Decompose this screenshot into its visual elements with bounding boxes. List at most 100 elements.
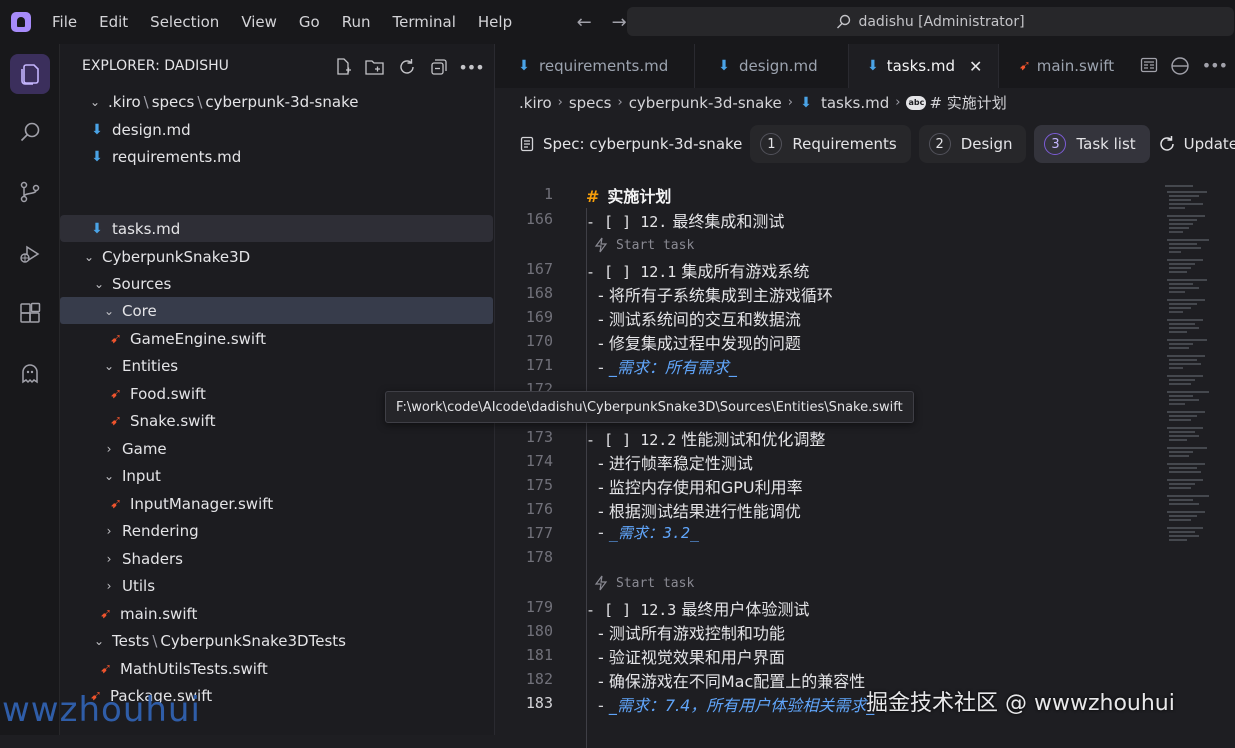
- menu-edit[interactable]: Edit: [88, 0, 139, 44]
- run-debug-icon[interactable]: [10, 234, 50, 274]
- line-number: 179: [525, 598, 553, 616]
- tree-item-requirements-md[interactable]: ⬇ requirements.md: [60, 143, 493, 170]
- back-arrow-icon[interactable]: ←: [569, 12, 599, 33]
- tree-item-core[interactable]: ⌄ Core: [60, 297, 493, 324]
- tab-requirements-md[interactable]: ⬇ requirements.md: [495, 44, 695, 88]
- code-editor[interactable]: 1 # 实施计划 166 - [ ] 12. 最终集成和测试 Start task…: [495, 180, 1235, 748]
- menu-run[interactable]: Run: [331, 0, 382, 44]
- new-folder-icon[interactable]: [364, 56, 386, 78]
- tree-item-inputmanager-swift[interactable]: ➹ InputManager.swift: [60, 490, 493, 517]
- refresh-icon[interactable]: [396, 56, 418, 78]
- breadcrumb-item[interactable]: cyberpunk-3d-snake: [629, 94, 782, 112]
- tab-design-md[interactable]: ⬇ design.md: [695, 44, 849, 88]
- line-number: 171: [525, 356, 553, 374]
- chevron-down-icon: ⌄: [103, 358, 115, 373]
- minimap[interactable]: [1163, 182, 1233, 552]
- update-tasks-button[interactable]: Update tasks: [1158, 135, 1235, 153]
- start-task-codelens[interactable]: Start task: [594, 575, 694, 591]
- markdown-file-icon: ⬇: [91, 220, 103, 237]
- step-requirements-button[interactable]: 1 Requirements: [750, 125, 911, 163]
- tree-item-mathutilstests-swift[interactable]: ➹ MathUtilsTests.swift: [60, 655, 493, 682]
- tree-item-game[interactable]: › Game: [60, 435, 493, 462]
- code-line-task: - [ ] 12.3 最终用户体验测试: [586, 600, 810, 619]
- swift-file-icon: ➹: [100, 660, 112, 677]
- swift-file-icon: ➹: [110, 330, 122, 347]
- menu-help[interactable]: Help: [467, 0, 523, 44]
- close-icon[interactable]: ✕: [969, 57, 982, 76]
- menu-file[interactable]: File: [41, 0, 88, 44]
- split-editor-icon[interactable]: [1170, 56, 1190, 80]
- step-number: 2: [928, 133, 951, 155]
- chevron-down-icon: ⌄: [93, 633, 105, 648]
- editor-tabs: ⬇ requirements.md ⬇ design.md ⬇ tasks.md ✕ …: [495, 44, 1235, 88]
- line-number: 182: [525, 670, 553, 688]
- menu-go[interactable]: Go: [288, 0, 331, 44]
- kiro-logo-icon: [11, 12, 31, 32]
- tab-tasks-md[interactable]: ⬇ tasks.md ✕: [849, 44, 999, 88]
- command-search-box[interactable]: dadishu [Administrator]: [627, 7, 1234, 36]
- activity-bar: [0, 44, 60, 735]
- tree-item-tasks-md[interactable]: ⬇ tasks.md: [60, 215, 493, 242]
- line-number: 167: [525, 260, 553, 278]
- tree-item-utils[interactable]: › Utils: [60, 572, 493, 599]
- tree-item-shaders[interactable]: › Shaders: [60, 545, 493, 572]
- tree-item-cyberpunksnake3d[interactable]: ⌄ CyberpunkSnake3D: [60, 243, 493, 270]
- document-icon: [520, 136, 534, 152]
- code-line-task: - [ ] 12.2 性能测试和优化调整: [586, 430, 826, 449]
- tree-item-sources[interactable]: ⌄ Sources: [60, 270, 493, 297]
- tab-main-swift[interactable]: ➹ main.swift: [999, 44, 1119, 88]
- line-number: 168: [525, 284, 553, 302]
- new-file-icon[interactable]: [332, 56, 354, 78]
- menu-view[interactable]: View: [230, 0, 288, 44]
- file-path-tooltip: F:\work\code\AIcode\dadishu\CyberpunkSna…: [385, 391, 914, 423]
- tree-item-tests[interactable]: ⌄ Tests \ CyberpunkSnake3DTests: [60, 627, 493, 654]
- title-bar: File Edit Selection View Go Run Terminal…: [0, 0, 1235, 44]
- line-number: 175: [525, 476, 553, 494]
- search-icon[interactable]: [10, 112, 50, 152]
- step-task-list-button[interactable]: 3 Task list: [1034, 125, 1150, 163]
- swift-file-icon: ➹: [110, 412, 122, 429]
- chevron-down-icon: ⌄: [89, 94, 101, 109]
- more-actions-icon[interactable]: •••: [1202, 56, 1228, 80]
- breadcrumb-item[interactable]: # 实施计划: [929, 92, 1006, 113]
- line-number: 166: [525, 210, 553, 228]
- line-number: 181: [525, 646, 553, 664]
- watermark-right: 掘金技术社区 @ wwwzhouhui: [866, 691, 1175, 716]
- tree-item-input[interactable]: ⌄ Input: [60, 462, 493, 489]
- menu-bar: File Edit Selection View Go Run Terminal…: [41, 0, 523, 44]
- tree-item-entities[interactable]: ⌄ Entities: [60, 352, 493, 379]
- line-number: 183: [525, 694, 553, 712]
- tree-item-main-swift[interactable]: ➹ main.swift: [60, 600, 493, 627]
- extensions-icon[interactable]: [10, 294, 50, 334]
- start-task-codelens[interactable]: Start task: [594, 237, 694, 253]
- tree-item-design-md[interactable]: ⬇ design.md: [60, 116, 493, 143]
- more-actions-icon[interactable]: •••: [458, 56, 484, 78]
- watermark-left: wwzhouhui: [2, 690, 201, 730]
- breadcrumb-item[interactable]: .kiro: [519, 94, 552, 112]
- breadcrumb-item[interactable]: tasks.md: [821, 94, 889, 112]
- markdown-file-icon: ⬇: [800, 94, 812, 111]
- code-line: - 将所有子系统集成到主游戏循环: [598, 286, 833, 305]
- line-number: 178: [525, 548, 553, 566]
- line-number: 1: [543, 185, 553, 203]
- menu-selection[interactable]: Selection: [139, 0, 230, 44]
- line-number: 169: [525, 308, 553, 326]
- kiro-ghost-icon[interactable]: [10, 354, 50, 394]
- breadcrumb-item[interactable]: specs: [569, 94, 612, 112]
- tree-item-gameengine-swift[interactable]: ➹ GameEngine.swift: [60, 325, 493, 352]
- tree-item-rendering[interactable]: › Rendering: [60, 517, 493, 544]
- chevron-down-icon: ⌄: [103, 468, 115, 483]
- code-line: - 测试所有游戏控制和功能: [598, 624, 785, 643]
- line-number: 170: [525, 332, 553, 350]
- code-line-requirement: - _需求：所有需求_: [598, 358, 737, 377]
- explorer-icon[interactable]: [10, 54, 50, 94]
- tree-item-kiro-specs[interactable]: ⌄ .kiro \ specs \ cyberpunk-3d-snake: [60, 88, 493, 115]
- search-text: dadishu [Administrator]: [858, 13, 1025, 30]
- source-control-icon[interactable]: [10, 172, 50, 212]
- collapse-all-icon[interactable]: [428, 56, 450, 78]
- preview-icon[interactable]: [1140, 56, 1158, 80]
- menu-terminal[interactable]: Terminal: [382, 0, 467, 44]
- code-line: - 测试系统间的交互和数据流: [598, 310, 801, 329]
- step-design-button[interactable]: 2 Design: [918, 125, 1027, 163]
- breadcrumb: .kiro › specs › cyberpunk-3d-snake › ⬇ t…: [519, 92, 1007, 113]
